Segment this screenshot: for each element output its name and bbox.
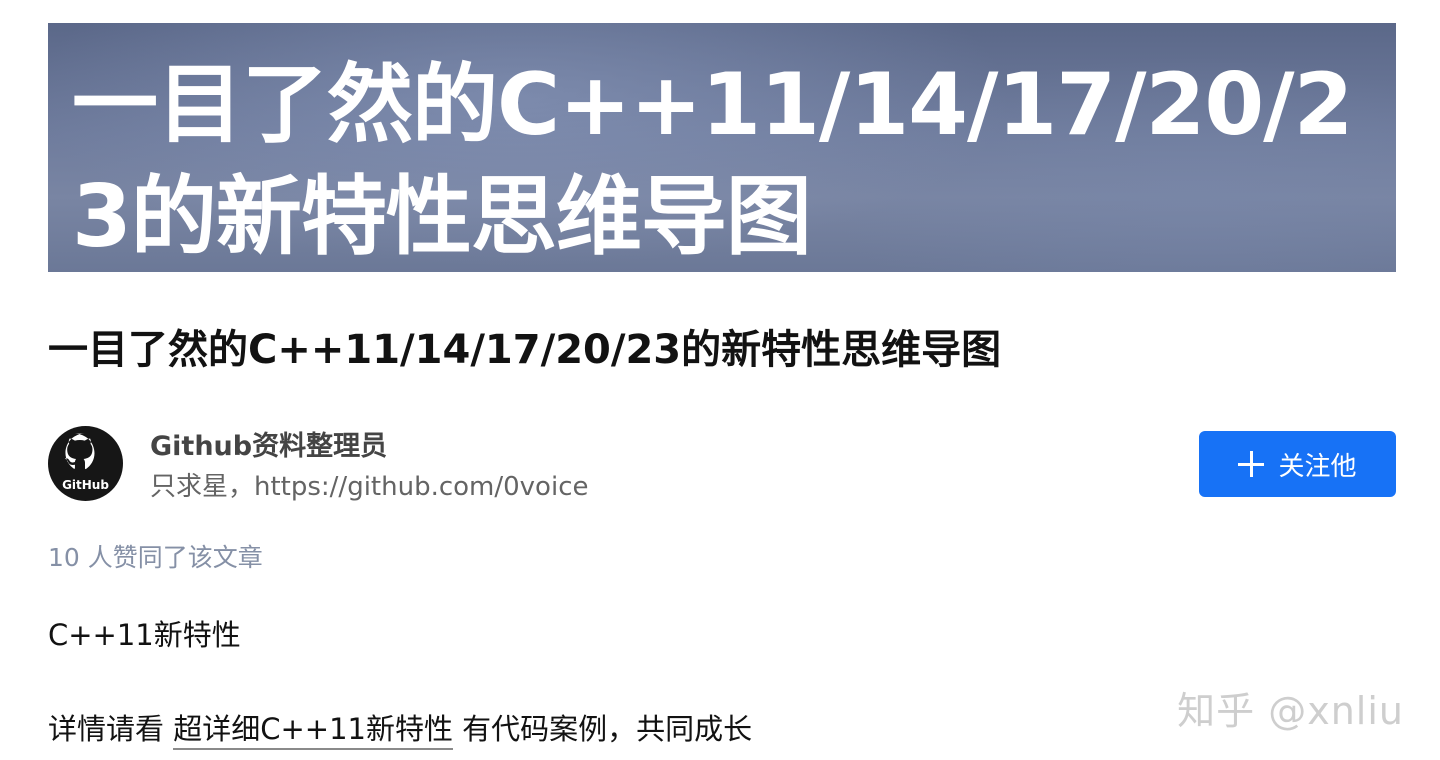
plus-icon: [1238, 451, 1265, 477]
likes-count[interactable]: 10 人赞同了该文章: [48, 538, 263, 574]
zhihu-watermark: 知乎 @xnliu: [1177, 689, 1404, 733]
follow-button-label: 关注他: [1278, 451, 1357, 482]
detail-paragraph: 详情请看 超详细C++11新特性 有代码案例，共同成长: [48, 706, 753, 750]
detail-link[interactable]: 超详细C++11新特性: [173, 712, 453, 750]
section-heading: C++11新特性: [48, 618, 241, 652]
article-page: 一目了然的C++11/14/17/20/23的新特性思维导图 一目了然的C++1…: [0, 0, 1440, 760]
banner-title: 一目了然的C++11/14/17/20/23的新特性思维导图: [72, 55, 1353, 267]
author-name[interactable]: Github资料整理员: [150, 424, 387, 463]
author-info: GitHub Github资料整理员 只求星，https://github.co…: [48, 424, 1396, 504]
title-banner-image: 一目了然的C++11/14/17/20/23的新特性思维导图: [48, 23, 1396, 272]
author-bio: 只求星，https://github.com/0voice: [150, 472, 589, 502]
avatar[interactable]: GitHub: [48, 426, 123, 501]
follow-button[interactable]: 关注他: [1199, 431, 1396, 497]
github-octocat-icon: [65, 433, 95, 470]
article-title: 一目了然的C++11/14/17/20/23的新特性思维导图: [48, 327, 1002, 373]
detail-suffix: 有代码案例，共同成长: [452, 712, 753, 746]
avatar-label: GitHub: [62, 478, 109, 492]
detail-prefix: 详情请看: [48, 712, 174, 746]
